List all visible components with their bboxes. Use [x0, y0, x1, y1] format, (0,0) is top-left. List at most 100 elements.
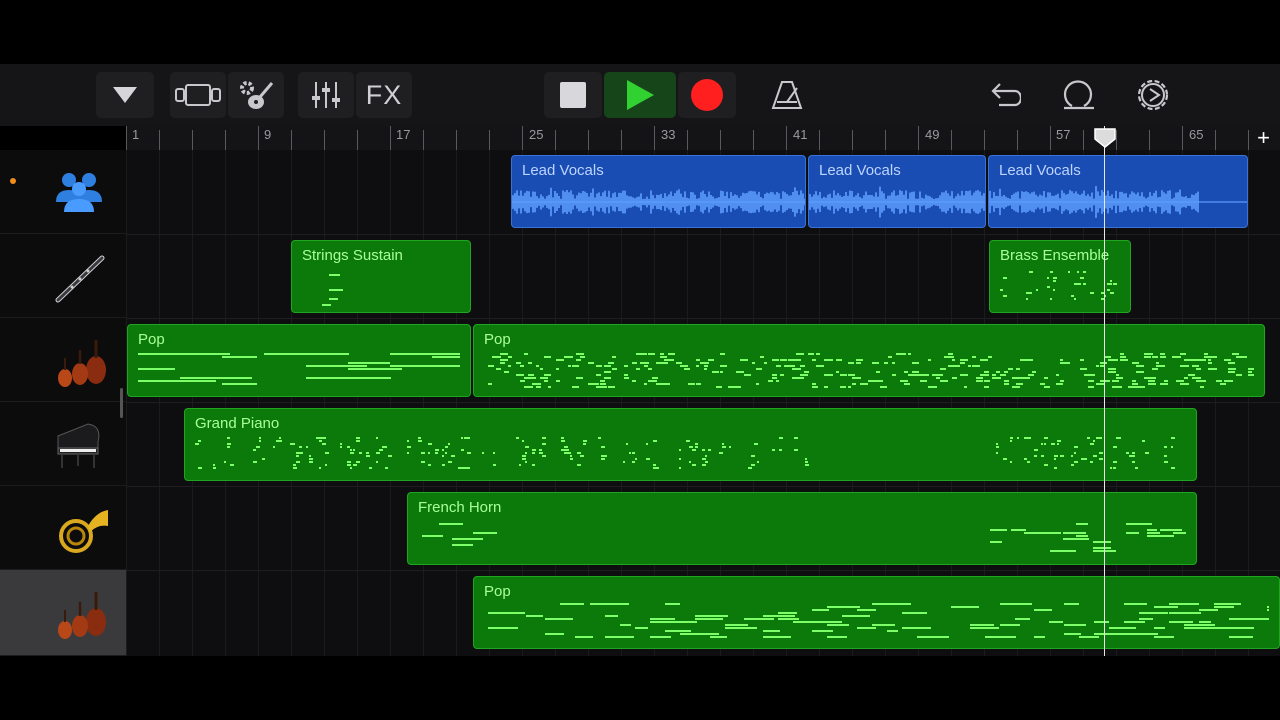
midi-note [421, 461, 425, 463]
midi-note [560, 618, 573, 620]
midi-note [309, 461, 313, 463]
midi-note [1041, 455, 1044, 457]
midi-note [648, 353, 655, 355]
region-pop[interactable]: Pop [127, 324, 471, 397]
midi-note [1236, 374, 1242, 376]
fx-button[interactable]: FX [356, 72, 412, 118]
mixer-button[interactable] [298, 72, 354, 118]
midi-note [532, 383, 541, 385]
midi-note [636, 353, 640, 355]
midi-note [996, 371, 1000, 373]
midi-note [792, 368, 801, 370]
midi-note [1015, 618, 1030, 620]
region-lead-vocals[interactable]: Lead Vocals [808, 155, 986, 228]
midi-note [725, 627, 757, 629]
midi-note [385, 467, 388, 469]
midi-note [1156, 362, 1159, 364]
midi-note [1113, 467, 1116, 469]
midi-note [556, 368, 559, 370]
play-button[interactable] [604, 72, 676, 118]
ruler-tick [225, 130, 226, 150]
midi-note [1116, 377, 1123, 379]
loop-browser-button[interactable] [1050, 72, 1108, 118]
track-header-piano[interactable] [0, 402, 126, 486]
midi-note [350, 452, 354, 454]
midi-note [725, 624, 748, 626]
track-header-horn[interactable] [0, 486, 126, 570]
tracks-view-button[interactable] [170, 72, 226, 118]
midi-note [976, 377, 983, 379]
my-songs-button[interactable] [96, 72, 154, 118]
midi-note [1232, 353, 1236, 355]
midi-note [1004, 380, 1009, 382]
midi-note [1044, 437, 1048, 439]
midi-note [794, 449, 798, 451]
midi-note [322, 443, 326, 445]
midi-note [632, 452, 635, 454]
midi-note [259, 437, 261, 439]
midi-note [872, 362, 879, 364]
midi-note [612, 368, 617, 370]
midi-note [1037, 532, 1060, 534]
midi-note [900, 380, 908, 382]
midi-note [880, 386, 883, 388]
midi-note [665, 603, 680, 605]
midi-note [1083, 271, 1086, 273]
midi-note [648, 368, 652, 370]
undo-button[interactable] [976, 72, 1034, 118]
midi-note [1004, 371, 1008, 373]
midi-note [536, 386, 541, 388]
midi-notes [1000, 271, 1117, 300]
midi-note [1057, 440, 1061, 442]
midi-note [778, 618, 799, 620]
track-header-woodwind[interactable] [0, 234, 126, 318]
settings-button[interactable] [1124, 72, 1182, 118]
midi-note [872, 624, 895, 626]
midi-note [1074, 283, 1076, 285]
midi-note [932, 374, 940, 376]
midi-note [596, 365, 602, 367]
midi-note [1049, 621, 1063, 623]
midi-note [428, 443, 432, 445]
midi-note [540, 368, 543, 370]
midi-note [256, 446, 260, 448]
stop-button[interactable] [544, 72, 602, 118]
region-grand-piano[interactable]: Grand Piano [184, 408, 1197, 481]
midi-note [1064, 633, 1081, 635]
region-lead-vocals[interactable]: Lead Vocals [511, 155, 806, 228]
midi-note [665, 630, 691, 632]
midi-note [646, 443, 648, 445]
midi-note [1169, 612, 1201, 614]
midi-note [1093, 440, 1095, 442]
region-lead-vocals[interactable]: Lead Vocals [988, 155, 1248, 228]
playhead-handle[interactable] [1093, 127, 1117, 149]
region-strings-sustain[interactable]: Strings Sustain [291, 240, 471, 313]
track-header-vocals[interactable] [0, 150, 126, 234]
region-pop[interactable]: Pop [473, 576, 1280, 649]
region-brass-ensemble[interactable]: Brass Ensemble [989, 240, 1131, 313]
waveform [809, 186, 985, 218]
midi-note [1228, 362, 1235, 364]
midi-note [679, 458, 681, 460]
midi-note [432, 353, 460, 355]
region-french-horn[interactable]: French Horn [407, 492, 1197, 565]
track-header-strings-selected[interactable] [0, 570, 126, 656]
toolbar: FX [0, 64, 1280, 126]
tracks-area[interactable]: Lead Vocals Lead Vocals Lead Vocals Stri… [126, 150, 1280, 656]
midi-note [522, 440, 524, 442]
track-header-strings[interactable] [0, 318, 126, 402]
midi-note [608, 377, 611, 379]
grid-line [291, 150, 292, 656]
midi-note [1180, 383, 1189, 385]
browser-button[interactable] [228, 72, 284, 118]
region-pop[interactable]: Pop [473, 324, 1265, 397]
midi-note [624, 377, 629, 379]
ruler-bar-49: 49 [925, 127, 940, 142]
record-button[interactable] [678, 72, 736, 118]
metronome-button[interactable] [758, 72, 816, 118]
ruler-bar-41: 41 [793, 127, 808, 142]
add-section-button[interactable]: + [1257, 125, 1270, 151]
header-scroll-indicator[interactable] [120, 388, 123, 418]
midi-note [1008, 368, 1013, 370]
midi-note [428, 464, 431, 466]
